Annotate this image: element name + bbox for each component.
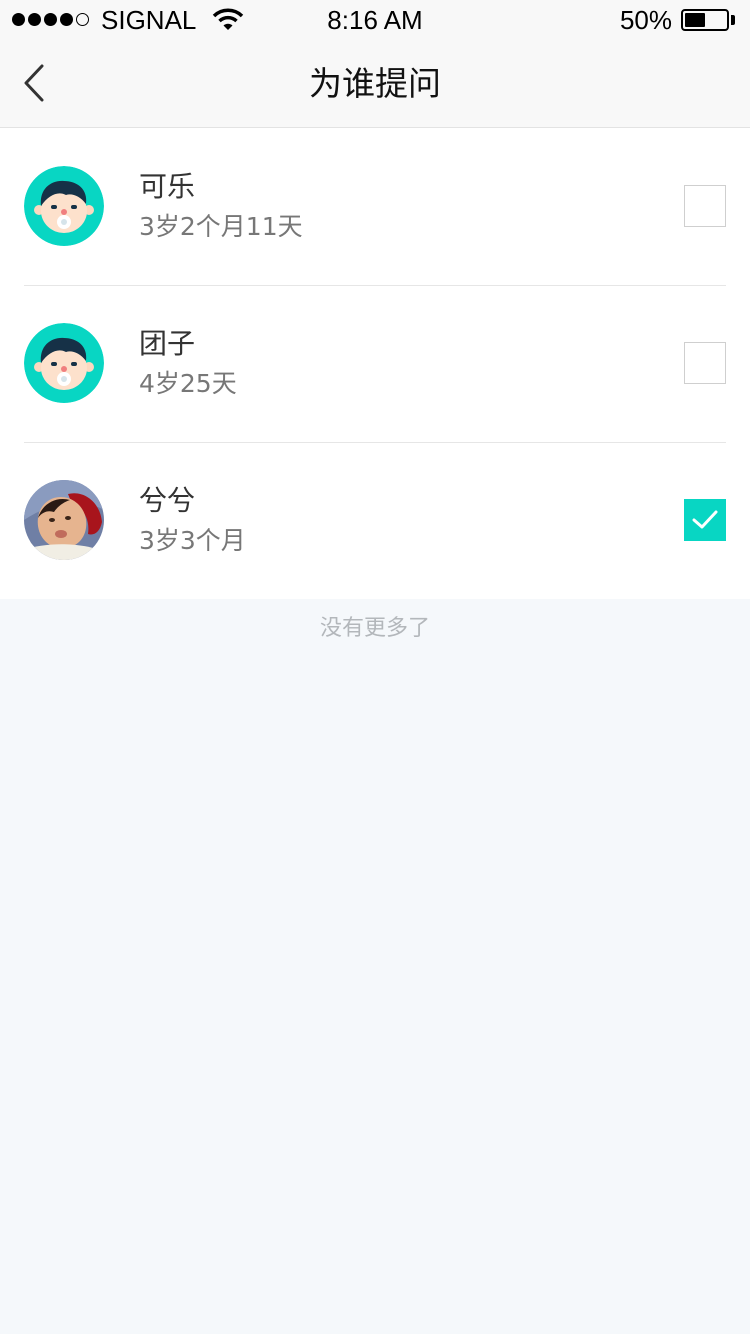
battery-tip — [731, 15, 735, 25]
child-age: 3岁3个月 — [139, 526, 246, 555]
child-age: 3岁2个月11天 — [139, 212, 303, 241]
battery-icon — [681, 9, 729, 31]
select-checkbox[interactable] — [684, 185, 726, 227]
child-row-2[interactable]: 团子 4岁25天 — [0, 285, 750, 442]
select-checkbox-checked[interactable] — [684, 499, 726, 541]
photo-avatar-icon — [24, 480, 104, 560]
child-list: 可乐 3岁2个月11天 团子 4岁25天 兮兮 3岁3个月 — [0, 128, 750, 599]
navigation-bar: 为谁提问 — [0, 40, 750, 128]
battery-level — [685, 13, 705, 27]
child-row-3[interactable]: 兮兮 3岁3个月 — [0, 442, 750, 599]
page-title: 为谁提问 — [309, 64, 441, 103]
battery-percentage: 50% — [619, 5, 672, 35]
status-bar: SIGNAL 8:16 AM 50% — [0, 0, 750, 40]
child-row-1[interactable]: 可乐 3岁2个月11天 — [0, 128, 750, 285]
child-name: 团子 — [139, 327, 196, 360]
child-name: 可乐 — [139, 170, 196, 203]
child-name: 兮兮 — [139, 484, 196, 517]
cartoon-baby-avatar-icon — [24, 323, 104, 403]
cartoon-baby-avatar-icon — [24, 166, 104, 246]
checkmark-icon — [692, 510, 718, 529]
no-more-indicator: 没有更多了 — [319, 616, 430, 641]
select-checkbox[interactable] — [684, 342, 726, 384]
child-age: 4岁25天 — [139, 369, 237, 398]
